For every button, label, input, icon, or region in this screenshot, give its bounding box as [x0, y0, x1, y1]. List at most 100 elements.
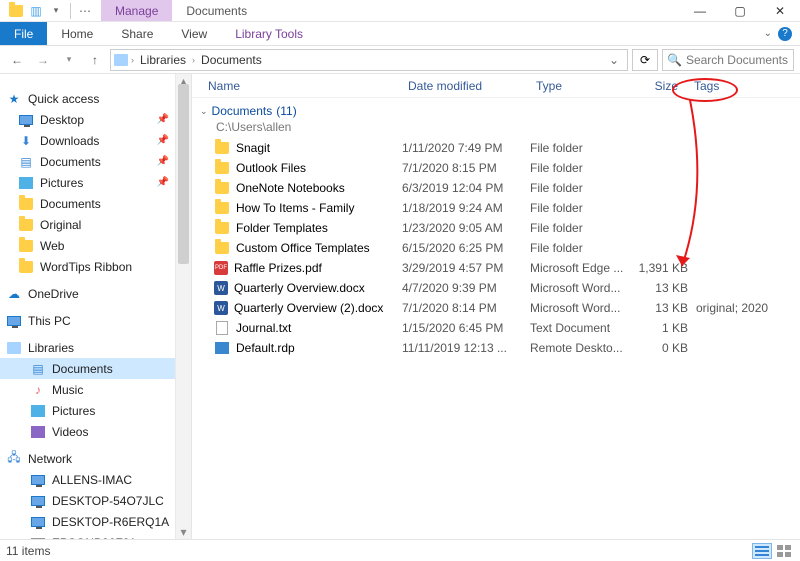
tab-home[interactable]: Home — [47, 22, 107, 45]
file-type: File folder — [530, 181, 634, 195]
pictures-icon — [18, 175, 34, 191]
nav-libraries[interactable]: Libraries — [0, 337, 191, 358]
computer-icon — [30, 514, 46, 530]
nav-this-pc[interactable]: This PC — [0, 310, 191, 331]
folder-icon — [214, 180, 230, 196]
scroll-thumb[interactable] — [178, 84, 189, 264]
file-date: 1/15/2020 6:45 PM — [402, 321, 530, 335]
overflow-icon[interactable]: ⋯ — [77, 3, 93, 19]
file-list-pane[interactable]: Name Date modified Type Size Tags ⌄ Docu… — [192, 74, 800, 539]
file-row[interactable]: Folder Templates1/23/2020 9:05 AMFile fo… — [214, 218, 800, 238]
nav-lib-videos[interactable]: Videos — [0, 421, 191, 442]
file-row[interactable]: Journal.txt1/15/2020 6:45 PMText Documen… — [214, 318, 800, 338]
back-button[interactable]: ← — [6, 49, 28, 71]
nav-quick-access[interactable]: ★Quick access — [0, 88, 191, 109]
libraries-icon — [113, 52, 129, 68]
file-tab[interactable]: File — [0, 22, 47, 45]
file-name: Snagit — [236, 141, 270, 155]
word-icon: W — [214, 281, 228, 295]
column-size[interactable]: Size — [632, 79, 686, 93]
file-row[interactable]: WQuarterly Overview (2).docx7/1/2020 8:1… — [214, 298, 800, 318]
nav-item-pictures[interactable]: Pictures📌 — [0, 172, 191, 193]
file-name: Custom Office Templates — [236, 241, 370, 255]
contextual-tab-label: Manage — [101, 0, 172, 21]
nav-network[interactable]: 🖧Network — [0, 448, 191, 469]
file-row[interactable]: Default.rdp11/11/2019 12:13 ...Remote De… — [214, 338, 800, 358]
file-size: 1 KB — [634, 321, 688, 335]
file-name: How To Items - Family — [236, 201, 354, 215]
breadcrumb-segment[interactable]: Documents — [197, 53, 266, 67]
file-name: Default.rdp — [236, 341, 295, 355]
nav-net-item[interactable]: ALLENS-IMAC — [0, 469, 191, 490]
breadcrumb-segment[interactable]: Libraries — [136, 53, 190, 67]
nav-net-item[interactable]: DESKTOP-54O7JLC — [0, 490, 191, 511]
file-row[interactable]: WQuarterly Overview.docx4/7/2020 9:39 PM… — [214, 278, 800, 298]
file-type: Text Document — [530, 321, 634, 335]
nav-item-wordtips[interactable]: WordTips Ribbon — [0, 256, 191, 277]
document-icon: ▤ — [18, 154, 34, 170]
column-date[interactable]: Date modified — [400, 79, 528, 93]
nav-onedrive[interactable]: ☁OneDrive — [0, 283, 191, 304]
text-icon — [214, 320, 230, 336]
up-button[interactable]: ↑ — [84, 49, 106, 71]
rdp-icon — [214, 340, 230, 356]
file-row[interactable]: Custom Office Templates6/15/2020 6:25 PM… — [214, 238, 800, 258]
refresh-button[interactable]: ⟳ — [632, 49, 658, 71]
nav-net-item[interactable]: DESKTOP-R6ERQ1A — [0, 511, 191, 532]
file-row[interactable]: PDFRaffle Prizes.pdf3/29/2019 4:57 PMMic… — [214, 258, 800, 278]
details-view-button[interactable] — [752, 543, 772, 559]
navigation-pane[interactable]: ★Quick access Desktop📌 ⬇Downloads📌 ▤Docu… — [0, 74, 192, 539]
file-row[interactable]: Snagit1/11/2020 7:49 PMFile folder — [214, 138, 800, 158]
folder-icon[interactable] — [8, 3, 24, 19]
pin-icon: 📌 — [157, 177, 169, 188]
nav-lib-pictures[interactable]: Pictures — [0, 400, 191, 421]
file-row[interactable]: How To Items - Family1/18/2019 9:24 AMFi… — [214, 198, 800, 218]
nav-lib-music[interactable]: ♪Music — [0, 379, 191, 400]
folder-icon — [18, 217, 34, 233]
nav-net-item[interactable]: EPSONB86F81 — [0, 532, 191, 539]
chevron-down-icon[interactable]: ⌄ — [200, 106, 208, 117]
column-type[interactable]: Type — [528, 79, 632, 93]
tab-library-tools[interactable]: Library Tools — [221, 22, 317, 45]
recent-locations-button[interactable]: ▾ — [58, 49, 80, 71]
pin-icon: 📌 — [157, 114, 169, 125]
column-tags[interactable]: Tags — [686, 79, 766, 93]
nav-item-web[interactable]: Web — [0, 235, 191, 256]
thumbnails-view-button[interactable] — [774, 543, 794, 559]
file-name: OneNote Notebooks — [236, 181, 345, 195]
collapse-ribbon-button[interactable]: ⌄ — [764, 28, 772, 39]
nav-lib-documents[interactable]: ▤Documents — [0, 358, 191, 379]
file-type: File folder — [530, 221, 634, 235]
nav-scrollbar[interactable]: ▴ ▾ — [175, 74, 191, 539]
search-input[interactable]: 🔍 Search Documents — [662, 49, 794, 71]
group-header[interactable]: ⌄ Documents (11) — [192, 98, 800, 120]
file-row[interactable]: Outlook Files7/1/2020 8:15 PMFile folder — [214, 158, 800, 178]
video-icon — [30, 424, 46, 440]
breadcrumb[interactable]: › Libraries › Documents ⌄ — [110, 49, 628, 71]
close-button[interactable]: ✕ — [760, 0, 800, 22]
download-icon: ⬇ — [18, 133, 34, 149]
properties-icon[interactable]: ▥ — [28, 3, 44, 19]
nav-item-documents-pinned[interactable]: Documents — [0, 193, 191, 214]
chevron-right-icon[interactable]: › — [192, 55, 195, 65]
forward-button[interactable]: → — [32, 49, 54, 71]
help-button[interactable]: ? — [778, 27, 792, 41]
scroll-down-button[interactable]: ▾ — [176, 525, 191, 539]
address-dropdown-button[interactable]: ⌄ — [603, 53, 625, 67]
file-row[interactable]: OneNote Notebooks6/3/2019 12:04 PMFile f… — [214, 178, 800, 198]
maximize-button[interactable]: ▢ — [720, 0, 760, 22]
column-name[interactable]: Name — [200, 79, 400, 93]
pin-icon: 📌 — [157, 135, 169, 146]
nav-item-original[interactable]: Original — [0, 214, 191, 235]
nav-item-desktop[interactable]: Desktop📌 — [0, 109, 191, 130]
minimize-button[interactable]: — — [680, 0, 720, 22]
tab-share[interactable]: Share — [107, 22, 167, 45]
chevron-down-icon[interactable]: ▾ — [48, 3, 64, 19]
file-type: Remote Deskto... — [530, 341, 634, 355]
chevron-right-icon[interactable]: › — [131, 55, 134, 65]
tab-view[interactable]: View — [167, 22, 221, 45]
file-date: 7/1/2020 8:14 PM — [402, 301, 530, 315]
nav-item-documents[interactable]: ▤Documents📌 — [0, 151, 191, 172]
nav-item-downloads[interactable]: ⬇Downloads📌 — [0, 130, 191, 151]
libraries-icon — [6, 340, 22, 356]
